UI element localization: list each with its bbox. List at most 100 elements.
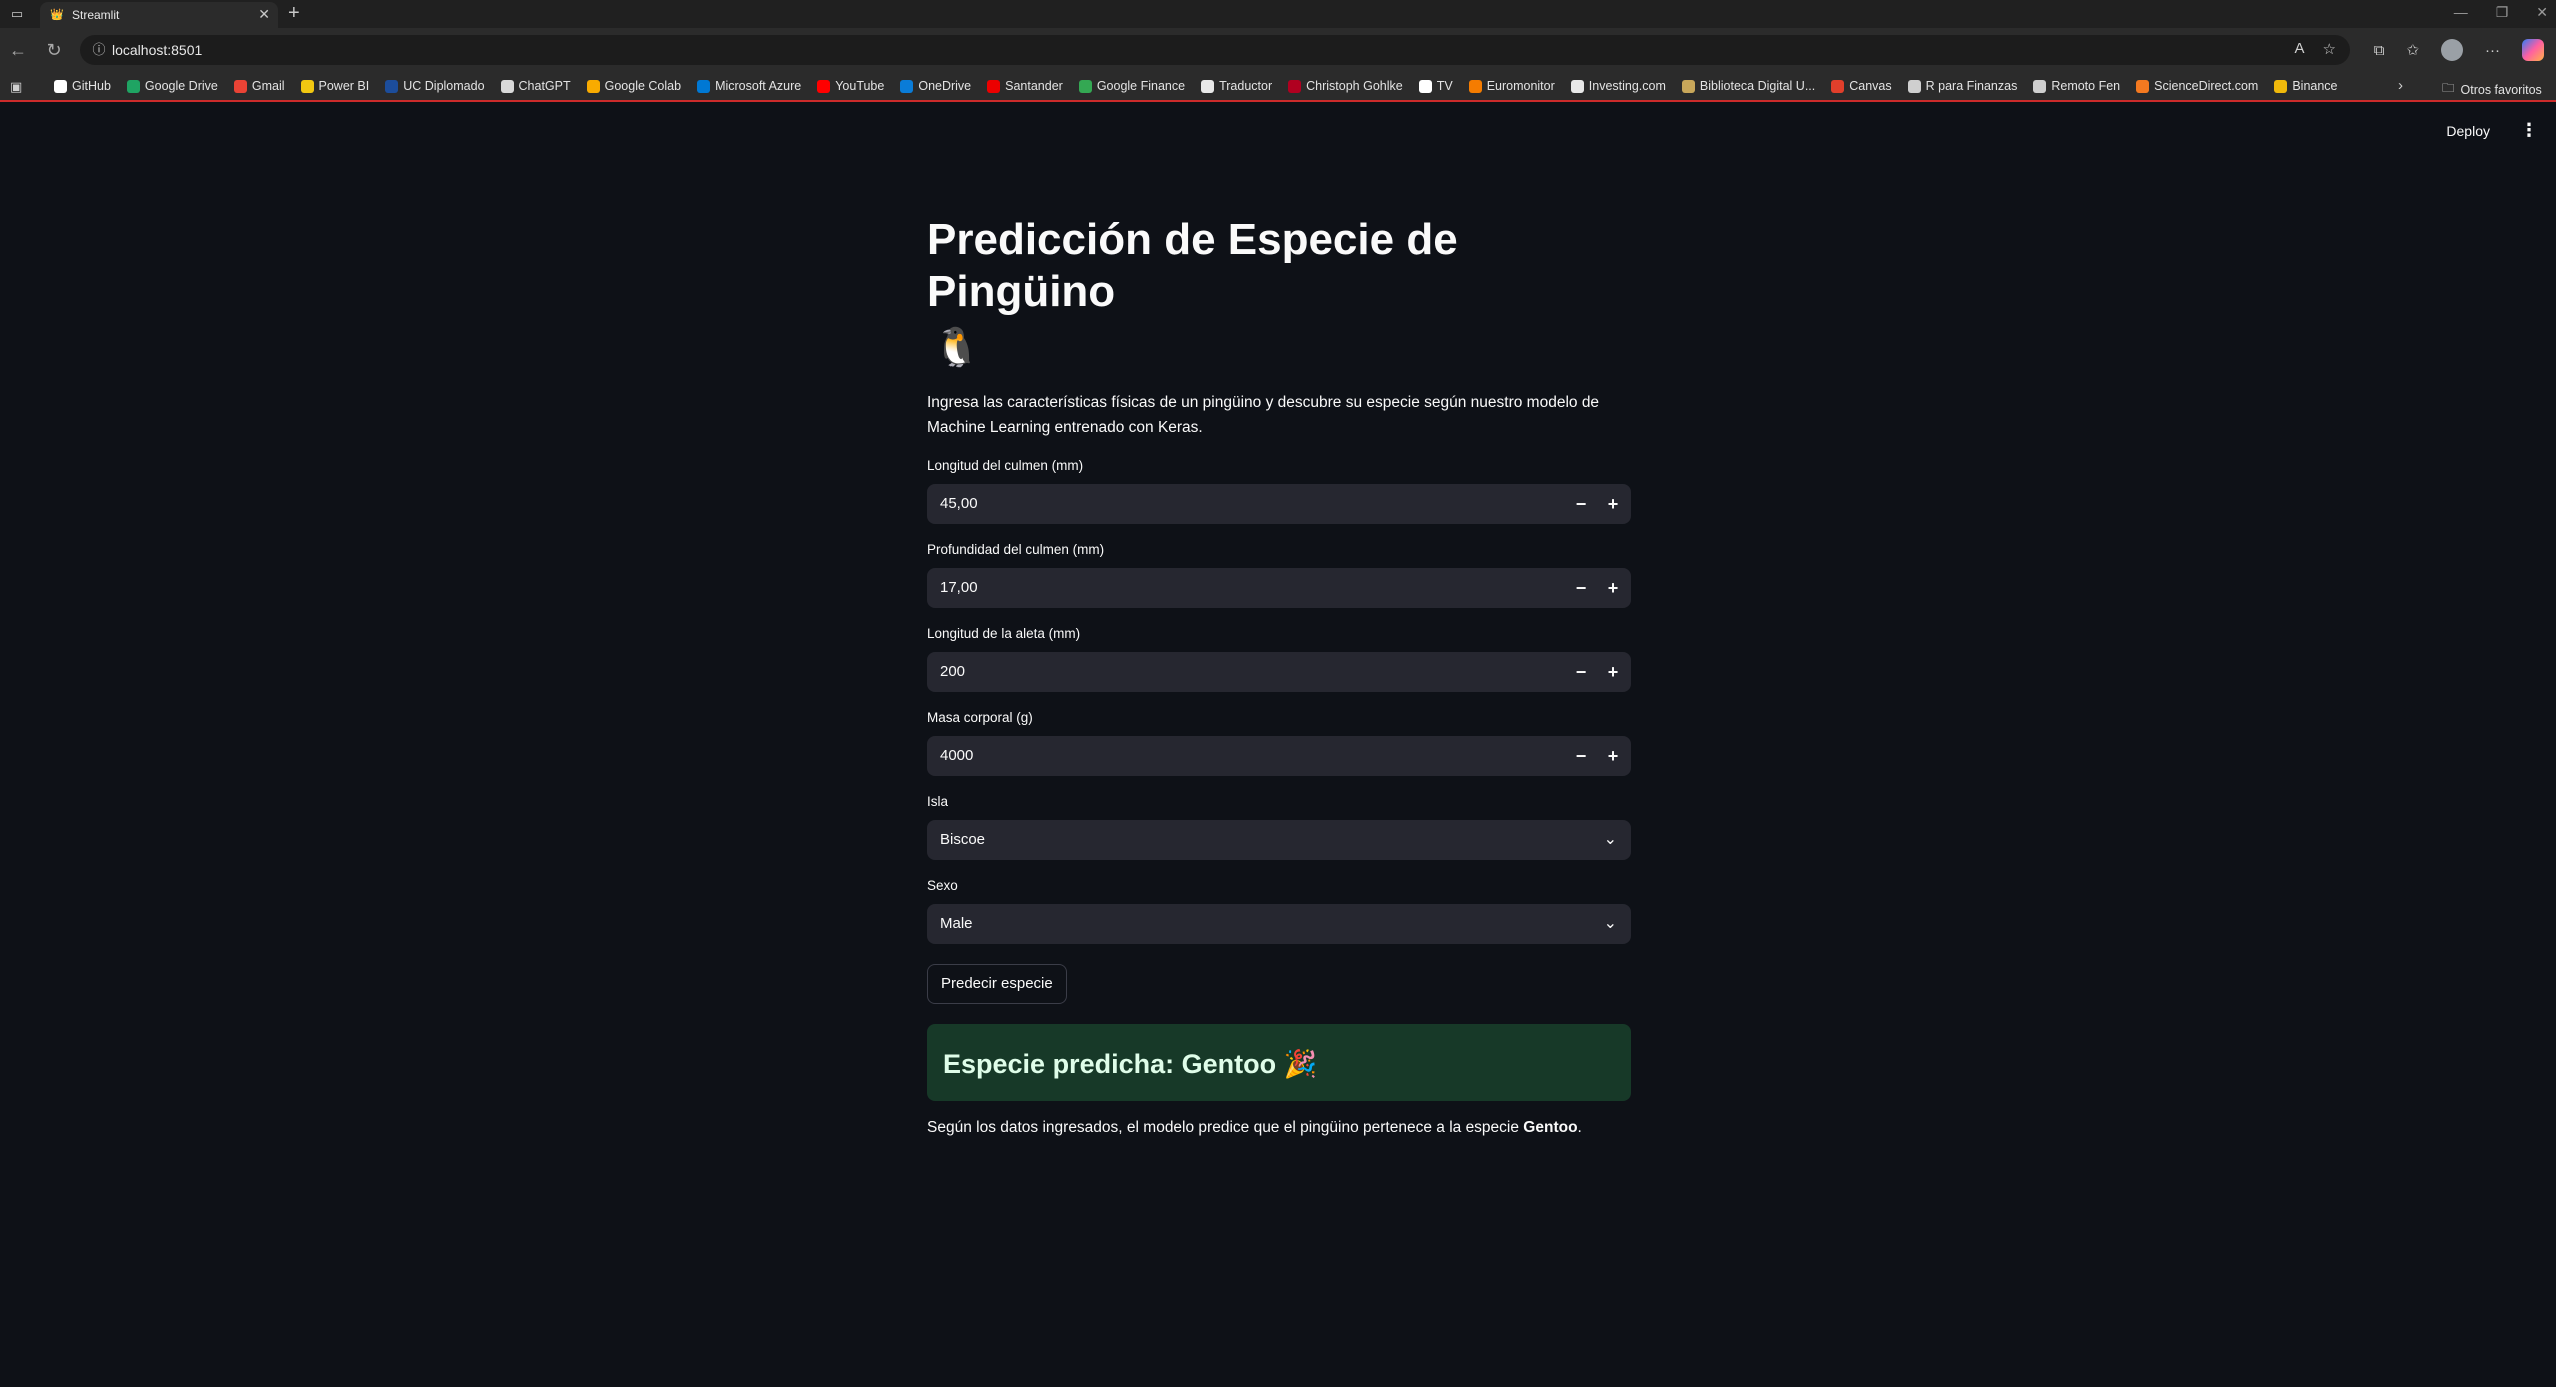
minimize-icon[interactable]: — [2454, 4, 2468, 21]
flipper-length-value[interactable]: 200 [940, 663, 965, 680]
bookmark-favicon-icon [1681, 79, 1695, 93]
bookmark-item[interactable]: ChatGPT [493, 72, 579, 100]
bookmark-item[interactable]: Investing.com [1563, 72, 1674, 100]
new-tab-icon[interactable]: + [288, 2, 300, 25]
body-mass-input[interactable]: 4000 − + [927, 736, 1631, 776]
profile-avatar[interactable] [2441, 39, 2463, 61]
close-window-icon[interactable]: ✕ [2536, 4, 2548, 21]
bookmark-label: Power BI [318, 79, 370, 93]
main-menu-icon[interactable]: ⋮ [2520, 120, 2538, 141]
culmen-depth-value[interactable]: 17,00 [940, 579, 978, 596]
address-bar[interactable]: ⓘ localhost:8501 A ☆ [80, 35, 2350, 65]
body-mass-increment-button[interactable]: + [1597, 736, 1629, 776]
prediction-sentence-prefix: Según los datos ingresados, el modelo pr… [927, 1119, 1524, 1136]
app-header: Deploy ⋮ [2446, 120, 2538, 141]
bookmark-favicon-icon [54, 79, 67, 93]
culmen-depth-decrement-button[interactable]: − [1565, 568, 1597, 608]
bookmark-favicon-icon [1831, 79, 1845, 93]
bookmark-item[interactable]: Euromonitor [1461, 72, 1563, 100]
bookmark-item[interactable]: Google Finance [1071, 72, 1193, 100]
favorite-star-icon[interactable]: ☆ [2323, 40, 2336, 58]
body-mass-label: Masa corporal (g) [927, 710, 1033, 725]
close-tab-icon[interactable]: ✕ [258, 6, 270, 23]
bookmarks-overflow-icon[interactable]: › [2398, 77, 2403, 94]
bookmark-label: Microsoft Azure [715, 79, 802, 93]
bookmark-item[interactable]: Traductor [1193, 72, 1280, 100]
bookmark-label: ScienceDirect.com [2154, 79, 2259, 93]
chevron-down-icon: ⌄ [1603, 915, 1617, 932]
culmen-length-label: Longitud del culmen (mm) [927, 458, 1084, 473]
browser-toolbar: ← ↻ ⓘ localhost:8501 A ☆ ⧉ ✩ ··· [0, 28, 2556, 72]
bookmark-label: Gmail [251, 79, 285, 93]
bookmark-item[interactable]: Remoto Fen [2025, 72, 2128, 100]
site-info-icon[interactable]: ⓘ [90, 41, 108, 59]
bookmark-label: Binance [2292, 79, 2338, 93]
island-selected-value: Biscoe [940, 831, 986, 848]
bookmark-item[interactable]: Santander [979, 72, 1071, 100]
back-icon[interactable]: ← [8, 40, 28, 60]
culmen-depth-input[interactable]: 17,00 − + [927, 568, 1631, 608]
restore-icon[interactable]: ❐ [2496, 4, 2509, 21]
copilot-icon[interactable] [2522, 39, 2544, 61]
bookmark-favicon-icon [1201, 79, 1215, 93]
culmen-depth-field: Profundidad del culmen (mm) 17,00 − + [927, 540, 1631, 608]
predict-button[interactable]: Predecir especie [927, 964, 1067, 1004]
culmen-length-decrement-button[interactable]: − [1565, 484, 1597, 524]
bookmark-item[interactable]: OneDrive [892, 72, 979, 100]
bookmark-item[interactable]: R para Finanzas [1900, 72, 2026, 100]
bookmark-label: Santander [1005, 79, 1063, 93]
culmen-depth-label: Profundidad del culmen (mm) [927, 542, 1105, 557]
bookmark-favicon-icon [697, 79, 711, 93]
bookmark-item[interactable]: TV [1411, 72, 1461, 100]
flipper-length-increment-button[interactable]: + [1597, 652, 1629, 692]
flipper-length-input[interactable]: 200 − + [927, 652, 1631, 692]
bookmark-label: GitHub [72, 79, 111, 93]
bookmark-item[interactable]: UC Diplomado [377, 72, 492, 100]
culmen-length-increment-button[interactable]: + [1597, 484, 1629, 524]
bookmark-favicon-icon [586, 79, 600, 93]
bookmark-favicon-icon [1468, 79, 1482, 93]
bookmark-item[interactable]: Power BI [293, 72, 378, 100]
bookmark-item[interactable]: Christoph Gohlke [1280, 72, 1411, 100]
bookmark-item[interactable]: ScienceDirect.com [2128, 72, 2266, 100]
bookmark-item[interactable]: Binance [2266, 72, 2345, 100]
flipper-length-label: Longitud de la aleta (mm) [927, 626, 1081, 641]
deploy-button[interactable]: Deploy [2446, 123, 2490, 139]
culmen-depth-increment-button[interactable]: + [1597, 568, 1629, 608]
flipper-length-field: Longitud de la aleta (mm) 200 − + [927, 624, 1631, 692]
bookmark-label: Euromonitor [1486, 79, 1555, 93]
flipper-length-decrement-button[interactable]: − [1565, 652, 1597, 692]
bookmark-item[interactable]: Google Colab [579, 72, 689, 100]
bookmark-item[interactable]: Google Drive [119, 72, 226, 100]
bookmarks-list: GitHub Google Drive Gmail Power BI UC Diplom… [46, 72, 2346, 100]
bookmark-item[interactable]: Microsoft Azure [689, 72, 809, 100]
url-text[interactable]: localhost:8501 [112, 42, 202, 58]
culmen-length-input[interactable]: 45,00 − + [927, 484, 1631, 524]
reload-icon[interactable]: ↻ [44, 40, 64, 60]
browser-tabstrip: ▭ 👑 Streamlit ✕ + — ❐ ✕ [0, 0, 2556, 28]
browser-tab[interactable]: 👑 Streamlit ✕ [40, 2, 278, 28]
tab-actions-icon[interactable]: ▭ [8, 5, 26, 23]
sex-label: Sexo [927, 878, 958, 893]
favorites-icon[interactable]: ✩ [2406, 41, 2419, 59]
body-mass-decrement-button[interactable]: − [1565, 736, 1597, 776]
extensions-icon[interactable]: ⧉ [2374, 42, 2385, 59]
bookmark-favicon-icon [126, 79, 140, 93]
more-options-icon[interactable]: ··· [2485, 42, 2500, 59]
bookmark-item[interactable]: GitHub [46, 72, 119, 100]
body-mass-value[interactable]: 4000 [940, 747, 973, 764]
other-favorites-folder[interactable]: 🗀 Otros favoritos [2442, 79, 2542, 100]
bookmark-item[interactable]: Biblioteca Digital U... [1674, 72, 1823, 100]
bookmark-label: Google Finance [1096, 79, 1186, 93]
read-aloud-icon[interactable]: A [2295, 40, 2305, 58]
bookmark-item[interactable]: Gmail [226, 72, 293, 100]
bookmark-item[interactable]: Canvas [1823, 72, 1899, 100]
bookmark-favicon-icon [233, 79, 247, 93]
intro-text: Ingresa las características físicas de u… [927, 394, 1600, 436]
island-select[interactable]: Biscoe ⌄ [927, 820, 1631, 860]
culmen-length-value[interactable]: 45,00 [940, 495, 978, 512]
bookmark-favicon-icon [817, 79, 831, 93]
apps-icon[interactable]: ▣ [10, 79, 22, 95]
sex-select[interactable]: Male ⌄ [927, 904, 1631, 944]
bookmark-item[interactable]: YouTube [809, 72, 892, 100]
